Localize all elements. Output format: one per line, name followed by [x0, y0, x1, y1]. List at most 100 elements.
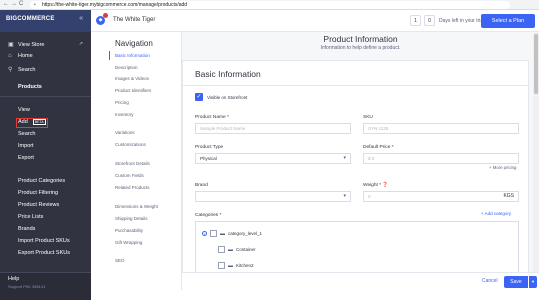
sidebar-subitem-search[interactable]: Search: [18, 131, 35, 137]
folder-icon: ▬: [228, 262, 233, 269]
help-icon[interactable]: ❓: [382, 183, 388, 188]
nav-link-purchasability[interactable]: Purchasability: [115, 228, 143, 233]
sku-label: SKU: [363, 115, 373, 120]
more-pricing-label: More pricing: [492, 165, 517, 170]
search-icon: ⚲: [8, 67, 13, 73]
default-price-input[interactable]: $ 0: [363, 153, 519, 164]
lock-icon: •: [34, 2, 36, 8]
sidebar-subitem-product-reviews[interactable]: Product Reviews: [18, 202, 59, 208]
nav-link-pricing[interactable]: Pricing: [115, 100, 129, 105]
save-button[interactable]: Save: [504, 276, 528, 288]
sidebar-header: BIGCOMMERCE «: [0, 10, 91, 32]
nav-link-basic-information[interactable]: Basic Information: [115, 53, 150, 58]
product-type-select[interactable]: Physical ▾: [195, 153, 351, 164]
sidebar-subitem-export[interactable]: Export: [18, 155, 34, 161]
sku-input[interactable]: SYN-1128: [363, 123, 519, 134]
select-plan-button[interactable]: Select a Plan: [481, 14, 535, 28]
page-title: Product Information: [323, 34, 398, 44]
product-name-label: Product Name *: [195, 115, 229, 120]
nav-link-product-identifiers[interactable]: Product Identifiers: [115, 88, 151, 93]
sidebar-subitem-import[interactable]: Import: [18, 143, 34, 149]
back-icon[interactable]: ←: [3, 1, 9, 7]
expand-icon[interactable]: •: [202, 231, 207, 236]
category-checkbox[interactable]: [210, 230, 217, 237]
store-name: The White Tiger: [113, 17, 156, 23]
divider: [183, 85, 530, 86]
chevron-down-icon: ▾: [343, 155, 346, 161]
collapse-icon[interactable]: «: [79, 15, 83, 22]
nav-link-dimensions-weight[interactable]: Dimensions & Weight: [115, 204, 158, 209]
save-options-caret-icon[interactable]: ▼: [529, 276, 537, 288]
sidebar: BIGCOMMERCE « ▣ View Store ↗ ⌂ Home ⚲ Se…: [0, 10, 91, 300]
nav-link-gift-wrapping[interactable]: Gift Wrapping: [115, 240, 142, 245]
forward-icon[interactable]: →: [11, 1, 17, 7]
sidebar-subitem-export-skus[interactable]: Export Product SKUs: [18, 250, 70, 256]
sidebar-item-label: Search: [18, 66, 36, 73]
bigcommerce-logo[interactable]: BIGCOMMERCE: [6, 16, 55, 22]
product-name-input[interactable]: Sample Product Name: [195, 123, 351, 134]
more-pricing-link[interactable]: + More pricing: [489, 165, 516, 170]
tree-row[interactable]: ▬ Container: [218, 246, 256, 253]
nav-link-storefront-details[interactable]: Storefront Details: [115, 161, 150, 166]
trial-days-digit: 0: [424, 15, 435, 26]
visible-label: Visible on Storefront: [207, 95, 248, 100]
brand-select[interactable]: ▾: [195, 191, 351, 202]
weight-unit: KGS: [503, 193, 514, 199]
nav-link-related-products[interactable]: Related Products: [115, 185, 150, 190]
reload-icon[interactable]: C: [19, 1, 23, 7]
product-type-label: Product Type: [195, 145, 224, 150]
nav-link-inventory[interactable]: Inventory: [115, 112, 134, 117]
sidebar-item-home[interactable]: ⌂ Home: [8, 53, 33, 59]
chevron-down-icon: ▾: [343, 193, 346, 199]
address-bar[interactable]: • https://the-white-tiger.mybigcommerce.…: [30, 1, 510, 9]
category-tree: • ▬ category_level_1 ▬ Container ▬ Kitch…: [195, 221, 519, 272]
support-pin: Support PIN: 386141: [8, 284, 46, 289]
category-checkbox[interactable]: [218, 246, 225, 253]
sidebar-item-search[interactable]: ⚲ Search: [8, 66, 36, 74]
browser-bar: ← → C • https://the-white-tiger.mybigcom…: [0, 0, 539, 10]
category-checkbox[interactable]: [218, 262, 225, 269]
basic-information-card: Basic Information ✓ Visible on Storefron…: [182, 60, 530, 272]
visible-checkbox[interactable]: ✓: [195, 93, 203, 101]
sidebar-subitem-price-lists[interactable]: Price Lists: [18, 214, 43, 220]
scrollbar-thumb[interactable]: [534, 34, 538, 94]
help-label: Help: [8, 276, 20, 282]
page-subtitle: Information to help define a product.: [320, 45, 401, 51]
sidebar-subitem-product-categories[interactable]: Product Categories: [18, 178, 65, 184]
folder-icon: ▬: [228, 246, 233, 253]
sidebar-subitem-import-skus[interactable]: Import Product SKUs: [18, 238, 70, 244]
url-text: https://the-white-tiger.mybigcommerce.co…: [42, 2, 188, 8]
tree-row[interactable]: ▬ Kitchen2: [218, 262, 254, 269]
navigation-title: Navigation: [115, 39, 153, 48]
add-category-link[interactable]: + Add category: [481, 211, 511, 216]
nav-link-shipping-details[interactable]: Shipping Details: [115, 216, 148, 221]
storefront-icon: ▣: [8, 42, 14, 48]
nav-link-images-videos[interactable]: Images & Videos: [115, 76, 149, 81]
external-icon[interactable]: ↗: [79, 41, 83, 47]
sidebar-subitem-view[interactable]: View: [18, 107, 30, 113]
product-type-value: Physical: [200, 156, 217, 161]
sidebar-subitem-brands[interactable]: Brands: [18, 226, 35, 232]
nav-link-custom-fields[interactable]: Custom Fields: [115, 173, 144, 178]
nav-link-variations[interactable]: Variations: [115, 130, 135, 135]
sidebar-item-view-store[interactable]: ▣ View Store: [8, 41, 45, 49]
nav-link-description[interactable]: Description: [115, 65, 138, 70]
sidebar-subitem-add[interactable]: Add BETA: [18, 119, 46, 125]
nav-link-customizations[interactable]: Customizations: [115, 142, 146, 147]
trial-days-digit: 1: [410, 15, 421, 26]
nav-link-seo[interactable]: SEO: [115, 258, 125, 263]
notification-badge: [103, 13, 108, 18]
main-content: Product Information Information to help …: [182, 32, 539, 272]
sidebar-section-products[interactable]: Products: [18, 84, 42, 90]
cancel-button[interactable]: Cancel: [482, 278, 498, 284]
scrollbar[interactable]: [533, 32, 539, 272]
sidebar-item-label: View Store: [18, 41, 45, 48]
brand-label: Brand: [195, 183, 208, 188]
sidebar-help[interactable]: Help Support PIN: 386141: [0, 272, 91, 300]
category-label: Kitchen2: [236, 263, 254, 268]
beta-badge: BETA: [32, 119, 46, 125]
sidebar-subitem-product-filtering[interactable]: Product Filtering: [18, 190, 58, 196]
weight-input[interactable]: 0 KGS: [363, 191, 519, 202]
page-navigation: Navigation Basic Information Description…: [91, 32, 182, 290]
tree-row[interactable]: • ▬ category_level_1: [202, 230, 262, 237]
